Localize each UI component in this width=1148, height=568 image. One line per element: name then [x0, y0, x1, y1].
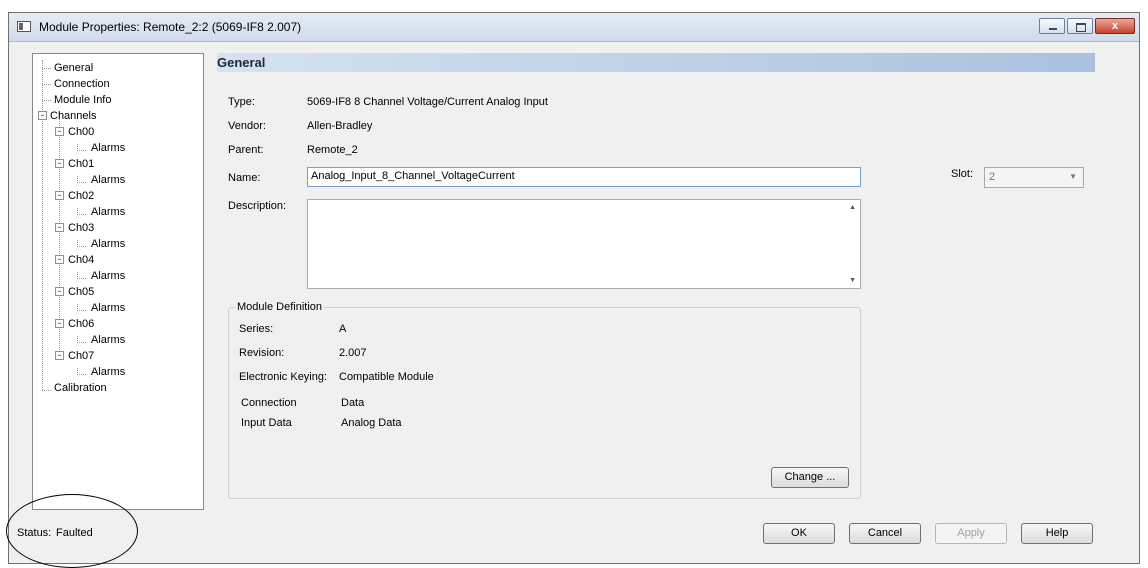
collapse-icon[interactable]: - — [55, 287, 64, 296]
parent-label: Parent: — [228, 144, 264, 156]
revision-label: Revision: — [239, 347, 285, 359]
tree-item-general[interactable]: General — [54, 62, 93, 74]
keying-value: Compatible Module — [339, 371, 434, 383]
scroll-up-icon[interactable]: ▲ — [849, 204, 856, 211]
status-highlight-ellipse — [6, 494, 138, 568]
vendor-label: Vendor: — [228, 120, 266, 132]
tree-item-ch05-alarms[interactable]: Alarms — [91, 302, 125, 314]
tree-item-ch00[interactable]: Ch00 — [68, 126, 94, 138]
collapse-icon[interactable]: - — [55, 255, 64, 264]
module-properties-window: Module Properties: Remote_2:2 (5069-IF8 … — [8, 12, 1140, 564]
tree-item-module-info[interactable]: Module Info — [54, 94, 111, 106]
section-title: General — [217, 55, 266, 70]
maximize-icon[interactable] — [1067, 18, 1093, 34]
chevron-down-icon: ▼ — [1069, 172, 1077, 181]
connection-value: Data — [341, 397, 365, 409]
scroll-down-icon[interactable]: ▼ — [849, 277, 856, 284]
keying-label: Electronic Keying: — [239, 371, 328, 383]
tree-item-ch04[interactable]: Ch04 — [68, 254, 94, 266]
tree-item-ch06[interactable]: Ch06 — [68, 318, 94, 330]
category-tree[interactable]: General Connection Module Info - Channel… — [32, 53, 204, 510]
connection-label: Connection — [241, 397, 297, 409]
tree-item-ch02-alarms[interactable]: Alarms — [91, 206, 125, 218]
series-value: A — [339, 323, 347, 335]
tree-item-ch07[interactable]: Ch07 — [68, 350, 94, 362]
name-label: Name: — [228, 172, 261, 184]
slot-label: Slot: — [951, 168, 974, 180]
input-data-label: Input Data — [241, 417, 292, 429]
parent-value: Remote_2 — [307, 144, 358, 156]
minimize-icon[interactable] — [1039, 18, 1065, 34]
collapse-icon[interactable]: - — [55, 159, 64, 168]
tree-item-ch01-alarms[interactable]: Alarms — [91, 174, 125, 186]
tree-item-ch03[interactable]: Ch03 — [68, 222, 94, 234]
collapse-icon[interactable]: - — [55, 351, 64, 360]
vendor-value: Allen-Bradley — [307, 120, 373, 132]
close-icon[interactable]: x — [1095, 18, 1135, 34]
apply-button[interactable]: Apply — [935, 523, 1007, 544]
section-header: General — [217, 53, 1095, 72]
change-button[interactable]: Change ... — [771, 467, 849, 488]
ok-button[interactable]: OK — [763, 523, 835, 544]
tree-item-channels[interactable]: Channels — [50, 110, 96, 122]
help-button[interactable]: Help — [1021, 523, 1093, 544]
series-label: Series: — [239, 323, 274, 335]
tree-item-calibration[interactable]: Calibration — [54, 382, 107, 394]
app-window-icon — [17, 21, 31, 32]
tree-item-ch01[interactable]: Ch01 — [68, 158, 94, 170]
tree-item-ch03-alarms[interactable]: Alarms — [91, 238, 125, 250]
cancel-button[interactable]: Cancel — [849, 523, 921, 544]
tree-item-ch02[interactable]: Ch02 — [68, 190, 94, 202]
tree-item-ch07-alarms[interactable]: Alarms — [91, 366, 125, 378]
revision-value: 2.007 — [339, 347, 367, 359]
slot-dropdown[interactable]: 2 ▼ — [984, 167, 1084, 188]
description-label: Description: — [228, 200, 287, 212]
module-definition-title: Module Definition — [235, 301, 324, 313]
tree-item-ch06-alarms[interactable]: Alarms — [91, 334, 125, 346]
tree-item-ch05[interactable]: Ch05 — [68, 286, 94, 298]
description-field[interactable]: ▲ ▼ — [307, 199, 861, 289]
collapse-icon[interactable]: - — [55, 127, 64, 136]
input-data-value: Analog Data — [341, 417, 402, 429]
tree-item-ch04-alarms[interactable]: Alarms — [91, 270, 125, 282]
collapse-icon[interactable]: - — [55, 319, 64, 328]
slot-value: 2 — [989, 171, 996, 183]
collapse-icon[interactable]: - — [55, 223, 64, 232]
tree-item-ch00-alarms[interactable]: Alarms — [91, 142, 125, 154]
tree-item-connection[interactable]: Connection — [54, 78, 110, 90]
name-field[interactable]: Analog_Input_8_Channel_VoltageCurrent — [307, 167, 861, 187]
window-title: Module Properties: Remote_2:2 (5069-IF8 … — [39, 20, 302, 34]
collapse-icon[interactable]: - — [38, 111, 47, 120]
collapse-icon[interactable]: - — [55, 191, 64, 200]
module-definition-group — [228, 307, 861, 499]
type-label: Type: — [228, 96, 255, 108]
type-value: 5069-IF8 8 Channel Voltage/Current Analo… — [307, 96, 548, 108]
title-bar[interactable]: Module Properties: Remote_2:2 (5069-IF8 … — [9, 13, 1139, 42]
